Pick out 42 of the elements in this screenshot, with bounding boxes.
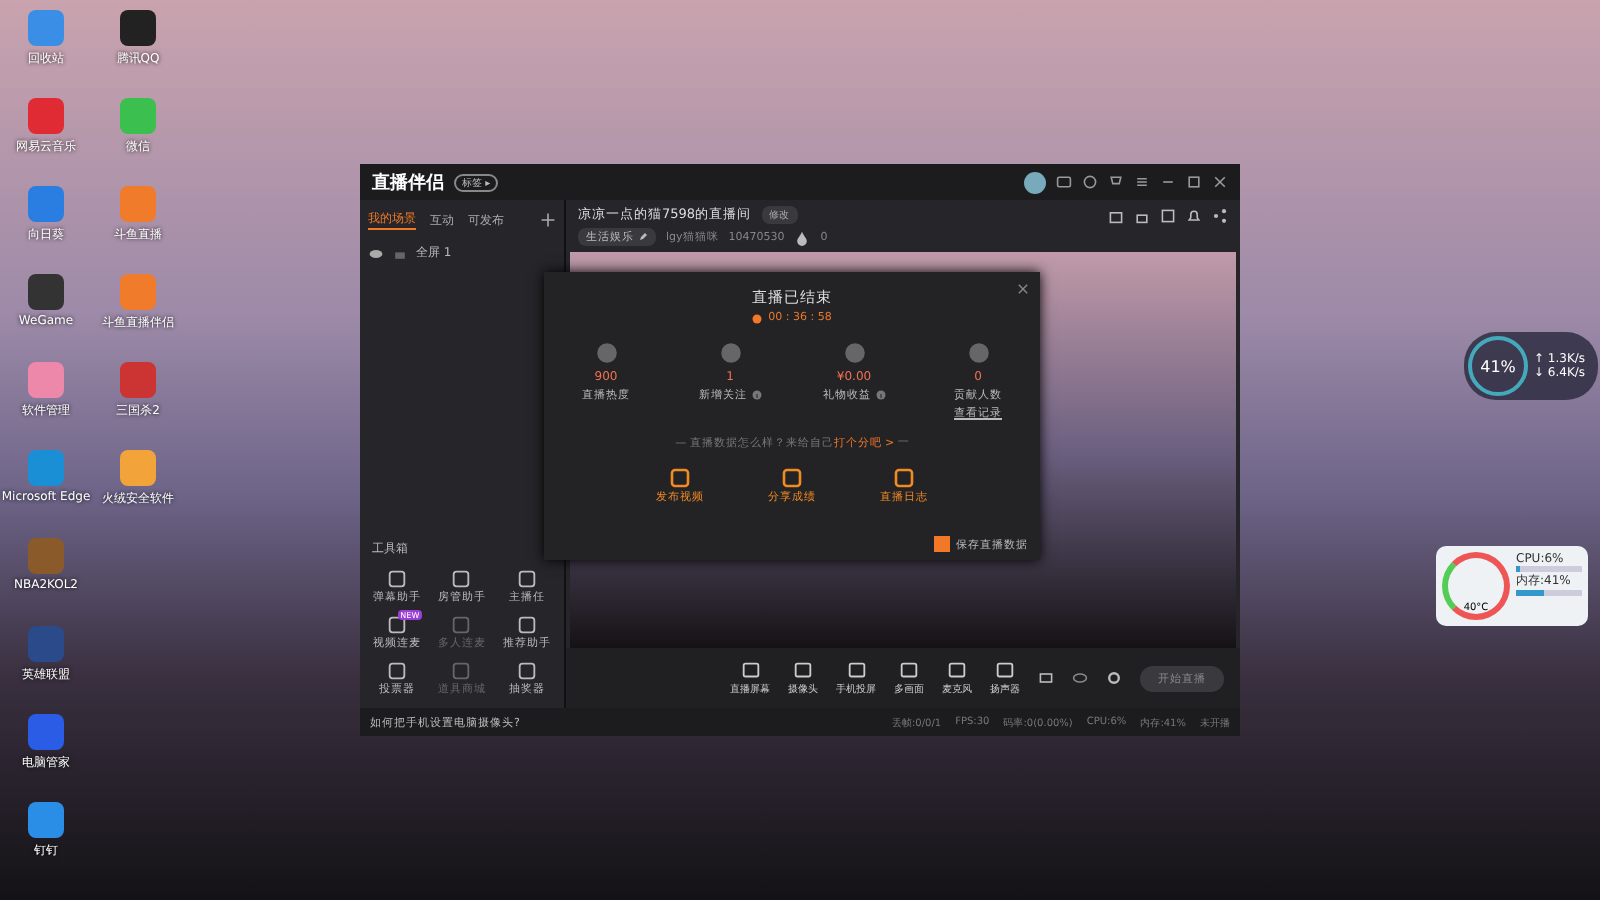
square-icon[interactable] bbox=[946, 660, 968, 682]
square-icon[interactable] bbox=[516, 614, 539, 636]
circle-icon bbox=[717, 340, 743, 366]
square-icon[interactable] bbox=[516, 568, 539, 590]
info-icon[interactable] bbox=[751, 390, 761, 400]
eye-icon[interactable] bbox=[368, 245, 384, 261]
add-icon[interactable] bbox=[540, 212, 556, 228]
share-icon[interactable] bbox=[1212, 207, 1228, 223]
close-icon[interactable] bbox=[1212, 174, 1228, 190]
square-icon[interactable] bbox=[845, 660, 867, 682]
save-checkbox[interactable] bbox=[934, 536, 950, 552]
info-icon[interactable] bbox=[875, 390, 885, 400]
square-icon[interactable] bbox=[994, 660, 1016, 682]
settings-icon[interactable] bbox=[1106, 670, 1122, 686]
memory-percent: 41% bbox=[1480, 357, 1516, 375]
app-icon[interactable] bbox=[28, 274, 64, 310]
circle-icon[interactable] bbox=[1082, 174, 1098, 190]
square-icon[interactable] bbox=[385, 614, 408, 636]
square-icon[interactable] bbox=[892, 466, 916, 490]
avatar-icon[interactable] bbox=[1024, 171, 1046, 193]
square-icon[interactable] bbox=[385, 660, 408, 682]
eye-icon[interactable] bbox=[1072, 670, 1088, 686]
circle-icon bbox=[593, 340, 619, 366]
box-icon[interactable] bbox=[1160, 207, 1176, 223]
square-icon[interactable] bbox=[450, 568, 473, 590]
maximize-icon[interactable] bbox=[1186, 174, 1202, 190]
square-icon[interactable] bbox=[385, 568, 408, 590]
square-icon[interactable] bbox=[739, 660, 761, 682]
square-icon[interactable] bbox=[898, 660, 920, 682]
square-icon[interactable] bbox=[668, 466, 692, 490]
square-icon[interactable] bbox=[516, 660, 539, 682]
square-icon[interactable] bbox=[780, 466, 804, 490]
pencil-icon[interactable] bbox=[638, 232, 648, 242]
close-icon[interactable] bbox=[1016, 282, 1030, 296]
menu-icon[interactable] bbox=[1134, 174, 1150, 190]
square-icon[interactable] bbox=[792, 660, 814, 682]
bell-icon[interactable] bbox=[1186, 207, 1202, 223]
circle-icon bbox=[965, 340, 991, 366]
app-icon[interactable] bbox=[120, 10, 156, 46]
circle-icon bbox=[841, 340, 867, 366]
app-icon[interactable] bbox=[28, 802, 64, 838]
app-logo: 直播伴侣 bbox=[372, 170, 444, 195]
